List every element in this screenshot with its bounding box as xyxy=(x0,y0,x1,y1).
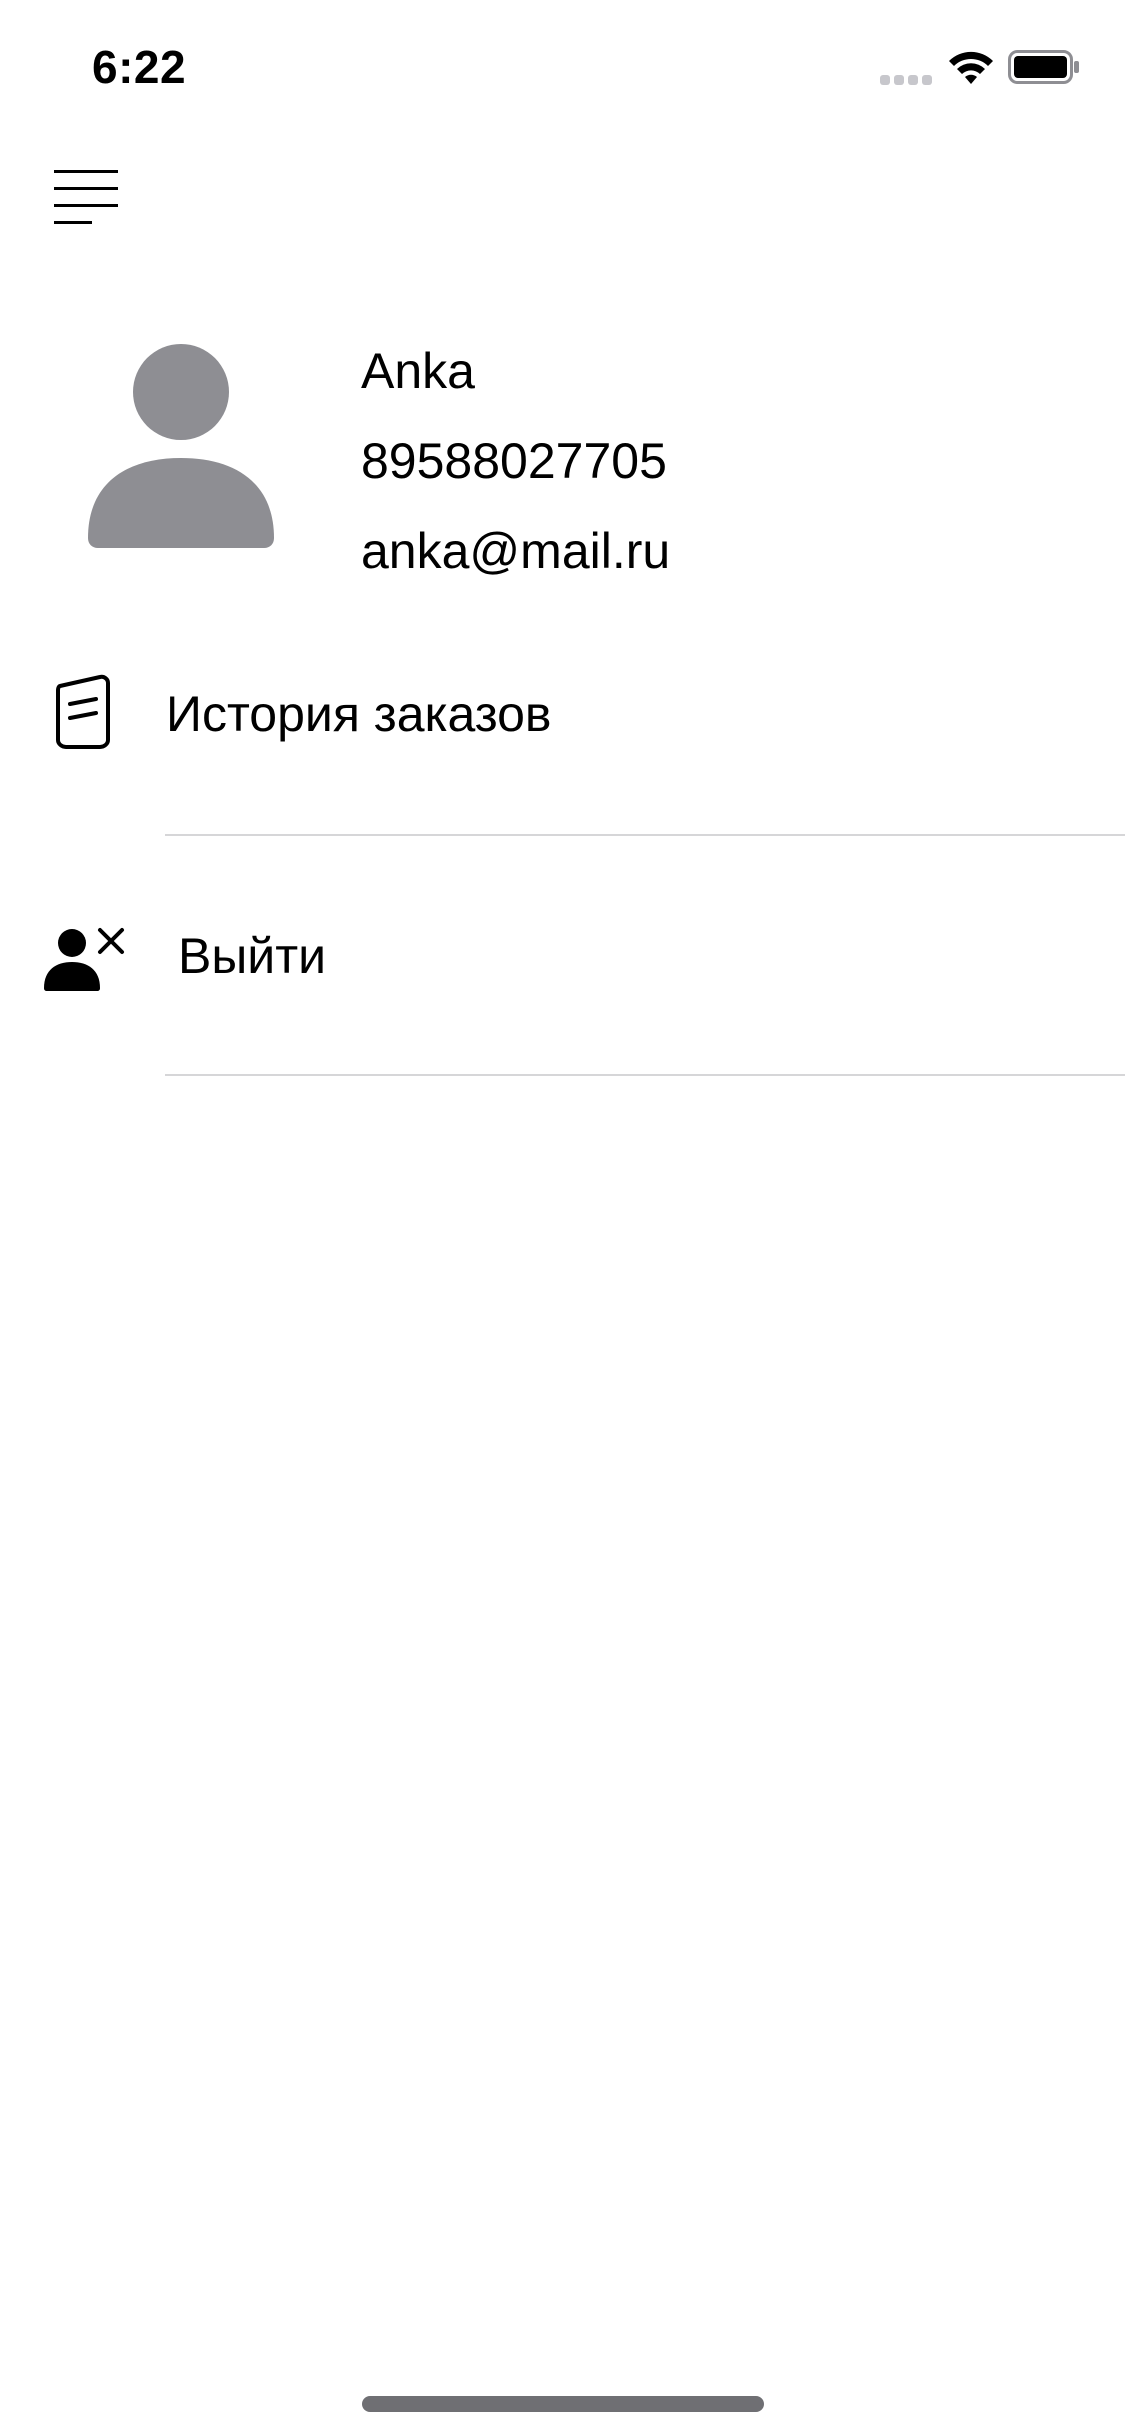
profile-email: anka@mail.ru xyxy=(361,523,671,579)
hamburger-menu-icon[interactable] xyxy=(52,166,122,230)
menu-item-label: Выйти xyxy=(178,928,327,984)
wifi-icon xyxy=(949,51,993,84)
profile-phone: 89588027705 xyxy=(361,433,667,489)
person-silhouette-icon xyxy=(88,344,274,548)
menu-item-order-history[interactable]: История заказов xyxy=(0,596,1125,836)
battery-icon xyxy=(1008,50,1079,84)
menu-item-logout[interactable]: Выйти xyxy=(0,836,1125,1076)
home-indicator[interactable] xyxy=(362,2396,764,2412)
menu-item-label: История заказов xyxy=(166,686,552,742)
divider xyxy=(165,1074,1125,1076)
status-bar: 6:22 xyxy=(0,0,1125,140)
cellular-signal-icon xyxy=(880,75,932,85)
person-remove-icon xyxy=(44,928,124,991)
screen: 6:22 Anka 89588027705 anka@mail.ru Истор… xyxy=(0,0,1125,2436)
status-time: 6:22 xyxy=(92,41,187,93)
profile-details: Anka 89588027705 anka@mail.ru xyxy=(361,326,670,596)
orders-history-icon xyxy=(56,674,110,749)
side-menu-list: История заказов Выйти xyxy=(0,596,1125,1076)
profile-header: Anka 89588027705 anka@mail.ru xyxy=(0,300,1125,590)
profile-name: Anka xyxy=(361,343,475,399)
